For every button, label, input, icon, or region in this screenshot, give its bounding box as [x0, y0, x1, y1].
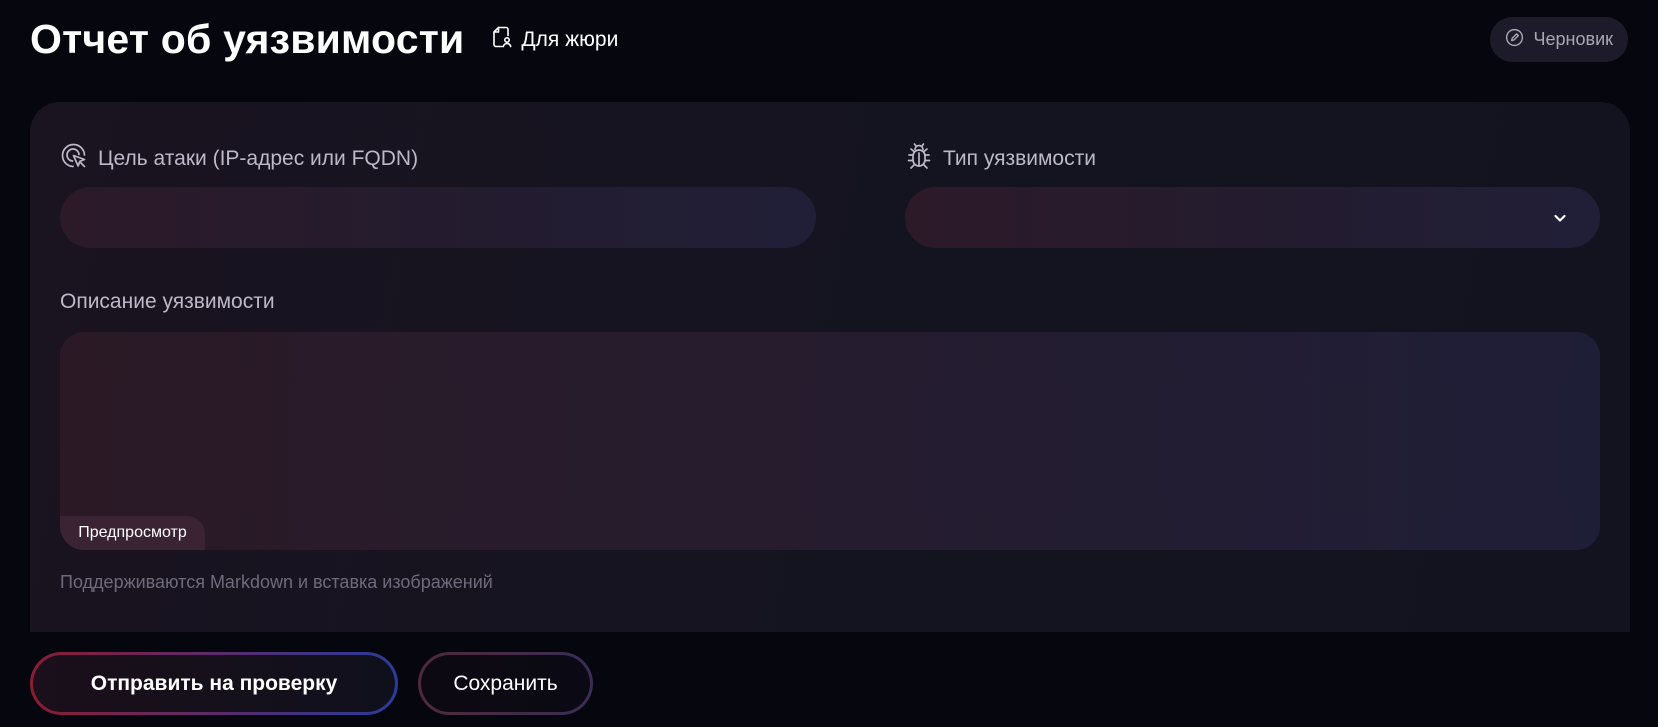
- vuln-type-label-text: Тип уязвимости: [943, 147, 1096, 170]
- submit-for-review-button[interactable]: Отправить на проверку: [30, 652, 398, 715]
- preview-tab[interactable]: Предпросмотр: [60, 516, 205, 550]
- target-cursor-icon: [60, 142, 88, 176]
- chevron-down-icon[interactable]: [1550, 208, 1570, 228]
- for-jury-link[interactable]: Для жюри: [492, 26, 618, 54]
- vuln-type-select[interactable]: [905, 187, 1600, 248]
- description-textarea[interactable]: [60, 332, 1600, 550]
- status-badge: Черновик: [1489, 17, 1628, 62]
- save-button[interactable]: Сохранить: [418, 652, 593, 715]
- description-field-label: Описание уязвимости: [60, 290, 275, 313]
- target-field-label: Цель атаки (IP-адрес или FQDN): [60, 142, 418, 176]
- report-page: Отчет об уязвимости Для жюри Черновик Це…: [0, 0, 1658, 727]
- attack-target-input[interactable]: [60, 187, 816, 248]
- document-user-icon: [492, 26, 512, 54]
- for-jury-label: Для жюри: [521, 28, 619, 51]
- pencil-circle-icon: [1505, 28, 1524, 52]
- markdown-hint: Поддерживаются Markdown и вставка изобра…: [60, 572, 493, 592]
- vuln-type-field-label: Тип уязвимости: [905, 142, 1096, 176]
- target-label-text: Цель атаки (IP-адрес или FQDN): [98, 147, 419, 170]
- report-form-card: Цель атаки (IP-адрес или FQDN) Тип уязви…: [30, 102, 1630, 632]
- bug-icon: [905, 142, 933, 176]
- page-header: Отчет об уязвимости Для жюри Черновик: [30, 14, 1628, 64]
- description-editor: Предпросмотр: [60, 332, 1600, 550]
- page-title: Отчет об уязвимости: [30, 15, 465, 62]
- status-label: Черновик: [1533, 29, 1613, 49]
